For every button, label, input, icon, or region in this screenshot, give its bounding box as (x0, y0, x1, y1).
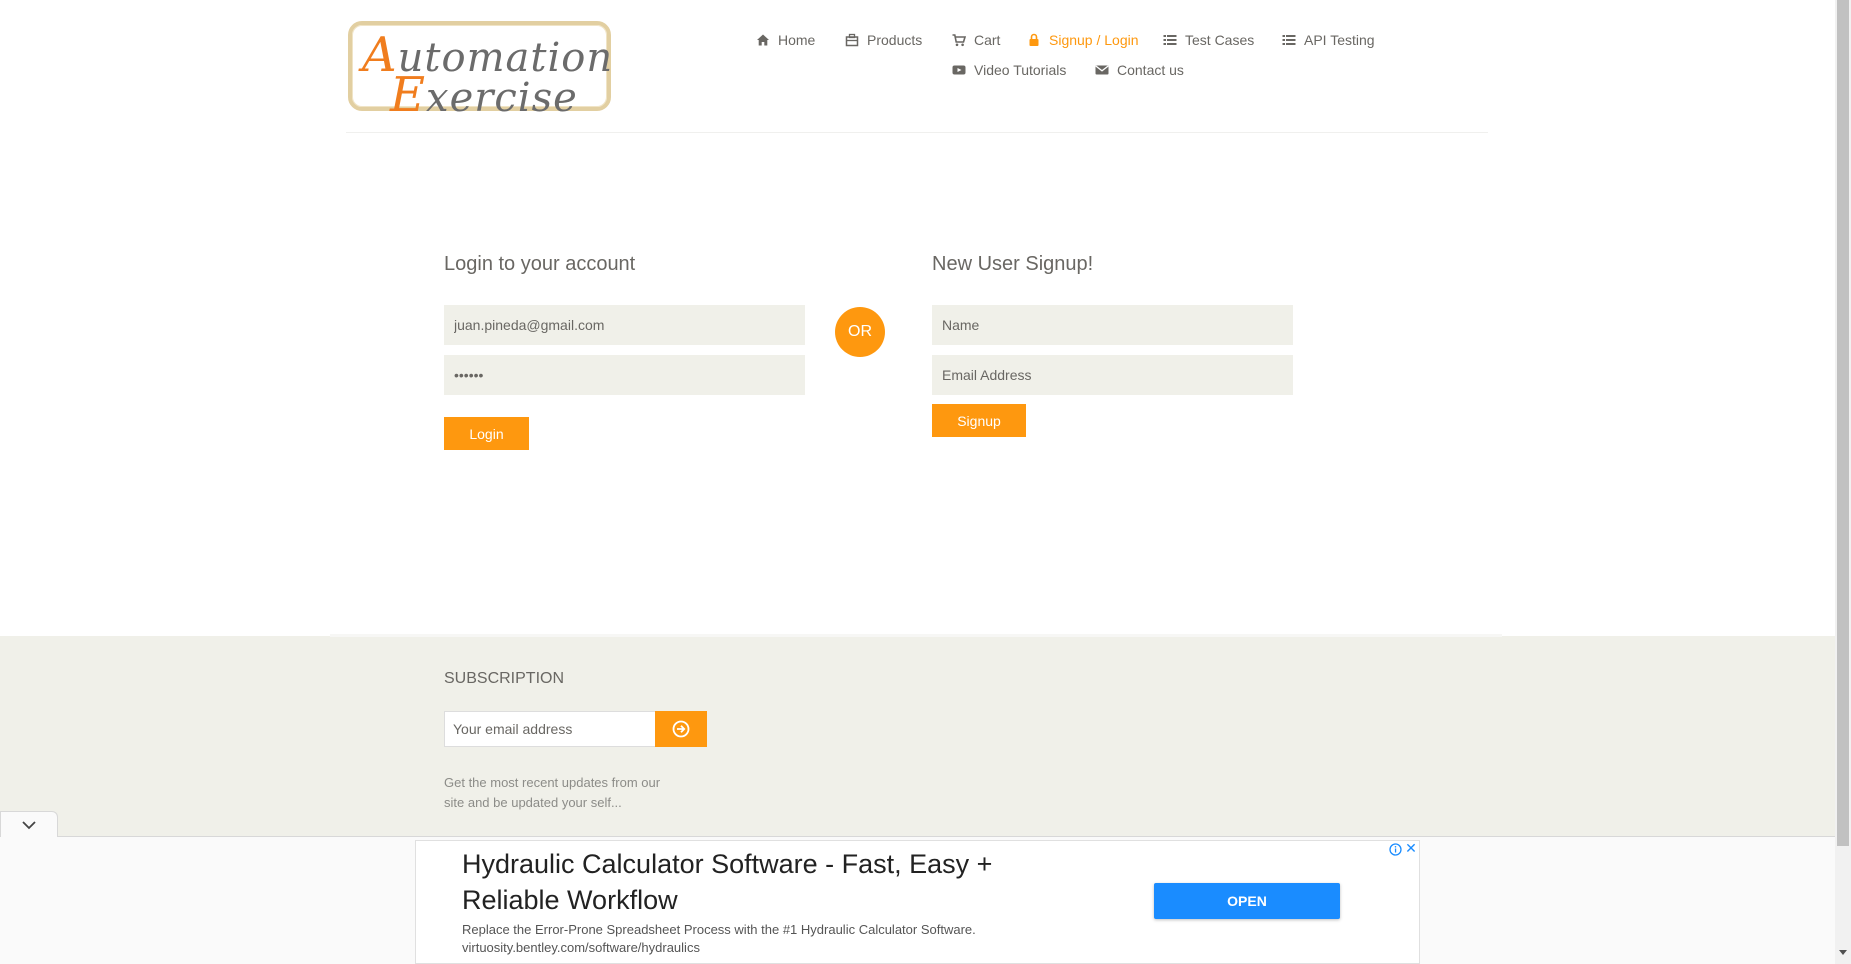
lock-icon (1027, 33, 1041, 47)
ad-info-icon[interactable] (1388, 842, 1402, 856)
home-icon (756, 33, 770, 47)
nav-products-label: Products (867, 32, 923, 48)
cart-icon (952, 33, 966, 47)
page-scrollbar[interactable] (1835, 0, 1851, 964)
ad-collapse-toggle[interactable] (0, 811, 58, 837)
nav-signup-login[interactable]: Signup / Login (1027, 32, 1139, 48)
login-password-input[interactable] (444, 355, 805, 395)
signup-email-input[interactable] (932, 355, 1293, 395)
or-divider-badge: OR (835, 307, 885, 357)
ad-close-icon[interactable]: ✕ (1404, 840, 1418, 856)
nav-test-cases[interactable]: Test Cases (1163, 32, 1254, 48)
nav-home[interactable]: Home (756, 32, 815, 48)
scrollbar-thumb[interactable] (1837, 0, 1849, 846)
site-logo[interactable]: Automation Exercise (348, 21, 612, 123)
login-title: Login to your account (444, 253, 636, 275)
chevron-down-icon (21, 820, 37, 830)
nav-test-cases-label: Test Cases (1185, 32, 1255, 48)
nav-api-testing[interactable]: API Testing (1282, 32, 1375, 48)
list-icon (1282, 33, 1296, 47)
ad-open-button[interactable]: OPEN (1154, 883, 1340, 919)
envelope-icon (1095, 63, 1109, 77)
nav-products[interactable]: Products (845, 32, 922, 48)
youtube-play-icon (952, 63, 966, 77)
nav-contact-us-label: Contact us (1117, 62, 1184, 78)
nav-video-tutorials[interactable]: Video Tutorials (952, 62, 1066, 78)
subscription-description: Get the most recent updates from our sit… (444, 775, 661, 810)
signup-title: New User Signup! (932, 253, 1094, 275)
footer (0, 636, 1835, 836)
login-email-input[interactable] (444, 305, 805, 345)
signup-button[interactable]: Signup (932, 404, 1026, 437)
nav-signup-login-label: Signup / Login (1049, 32, 1139, 48)
subscription-email-input[interactable] (444, 711, 656, 747)
nav-cart[interactable]: Cart (952, 32, 1000, 48)
arrow-circle-right-icon (672, 720, 690, 738)
signup-name-input[interactable] (932, 305, 1293, 345)
scroll-down-arrow-icon[interactable] (1839, 950, 1847, 955)
ad-title[interactable]: Hydraulic Calculator Software - Fast, Ea… (462, 846, 1082, 918)
ad-description: Replace the Error-Prone Spreadsheet Proc… (462, 922, 976, 937)
header-divider (346, 132, 1488, 133)
nav-home-label: Home (778, 32, 816, 48)
nav-cart-label: Cart (974, 32, 1001, 48)
nav-video-tutorials-label: Video Tutorials (974, 62, 1067, 78)
footer-top-divider (330, 634, 1502, 637)
subscription-title: SUBSCRIPTION (444, 670, 565, 687)
products-icon (845, 33, 859, 47)
logo-line-2: Exercise (390, 67, 578, 123)
nav-api-testing-label: API Testing (1304, 32, 1375, 48)
ad-url[interactable]: virtuosity.bentley.com/software/hydrauli… (462, 940, 700, 955)
nav-contact-us[interactable]: Contact us (1095, 62, 1184, 78)
subscribe-button[interactable] (655, 711, 707, 747)
list-icon (1163, 33, 1177, 47)
login-button[interactable]: Login (444, 417, 529, 450)
